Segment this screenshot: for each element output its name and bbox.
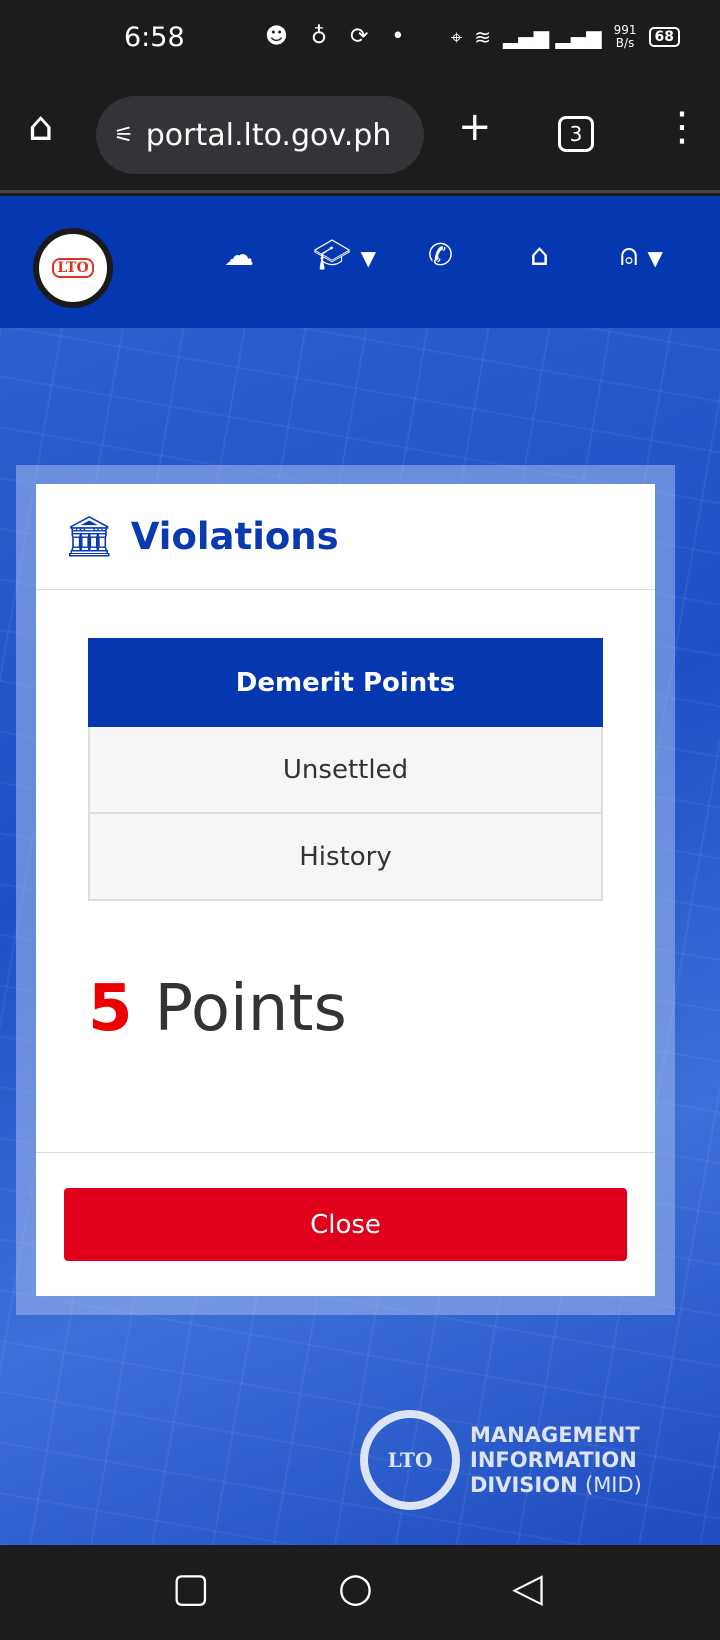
mid-line2: INFORMATION (470, 1447, 637, 1472)
new-tab-icon[interactable]: + (458, 104, 492, 150)
history-row[interactable]: History (88, 814, 603, 901)
back-icon[interactable]: ◁ (512, 1565, 543, 1611)
violations-modal: 🏛︎ Violations Demerit Points Unsettled H… (36, 484, 655, 1296)
location-icon: ⌖ (450, 25, 463, 49)
cloud-icon[interactable]: ☁ (224, 238, 254, 273)
modal-header: 🏛︎ Violations (36, 484, 655, 590)
mid-line1: MANAGEMENT (470, 1422, 640, 1447)
mid-suffix: (MID) (585, 1472, 642, 1497)
user-icon[interactable]: ⍝ ▼ (620, 238, 663, 273)
graduation-cap-icon[interactable]: 🎓︎ ▼ (313, 238, 376, 273)
points-label: Points (154, 972, 347, 1046)
browser-home-icon[interactable]: ⌂ (28, 104, 53, 150)
speed-unit: B/s (615, 36, 635, 50)
phone-icon[interactable]: ✆ (428, 238, 453, 273)
chevron-down-icon: ▼ (647, 246, 663, 270)
android-nav-bar: ▢ ○ ◁ (0, 1545, 720, 1640)
divider (36, 1152, 655, 1153)
close-button[interactable]: Close (64, 1188, 627, 1261)
bank-icon: 🏛︎ (64, 514, 115, 560)
site-settings-icon[interactable]: ⚟ (114, 123, 134, 148)
points-display: 5 Points (88, 972, 347, 1046)
url-text: portal.lto.gov.ph (145, 117, 392, 153)
wifi-icon: ≋ (474, 25, 491, 49)
home-circle-icon[interactable]: ○ (338, 1565, 373, 1611)
more-menu-icon[interactable]: ⋮ (662, 104, 702, 150)
mid-logo: LTO MANAGEMENT INFORMATION DIVISION (MID… (360, 1410, 642, 1510)
table-header: Demerit Points (88, 638, 603, 727)
address-bar[interactable]: ⚟ portal.lto.gov.ph (96, 96, 424, 174)
browser-toolbar: ⌂ ⚟ portal.lto.gov.ph + 3 ⋮ (0, 82, 720, 193)
network-speed: 991 B/s (614, 24, 637, 50)
notification-icons: ☻ ♁ ⟳ • (190, 24, 413, 49)
signal-icon: ▂▄▆ ▂▄▆ (502, 25, 602, 49)
unsettled-row[interactable]: Unsettled (88, 727, 603, 814)
chevron-down-icon: ▼ (360, 246, 377, 270)
status-bar: 6:58 ☻ ♁ ⟳ • ⌖ ≋ ▂▄▆ ▂▄▆ 991 B/s 68 (0, 0, 720, 82)
lto-logo[interactable]: LTO (33, 228, 113, 308)
site-navbar: LTO ☁ 🎓︎ ▼ ✆ ⌂ ⍝ ▼ (0, 196, 720, 328)
modal-title: Violations (130, 515, 339, 558)
battery-icon: 68 (648, 27, 680, 47)
tab-switcher-button[interactable]: 3 (558, 116, 594, 152)
home-icon[interactable]: ⌂ (530, 238, 549, 273)
demerit-table: Demerit Points Unsettled History (88, 638, 603, 901)
recents-icon[interactable]: ▢ (172, 1565, 210, 1611)
points-value: 5 (88, 972, 133, 1046)
clock: 6:58 (124, 22, 185, 53)
gear-logo-icon: LTO (360, 1410, 460, 1510)
mid-line3: DIVISION (470, 1472, 578, 1497)
logo-text: LTO (52, 258, 94, 278)
